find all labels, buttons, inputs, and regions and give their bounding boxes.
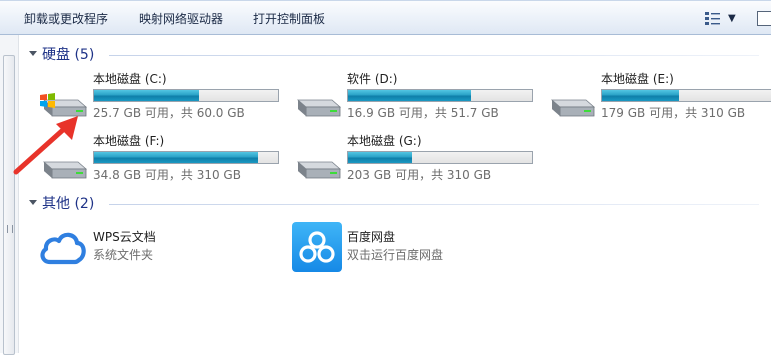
wps-cloud-item[interactable]: WPS云文档 系统文件夹 (38, 222, 288, 274)
group-title: 其他 (2) (42, 196, 95, 212)
navigation-pane-edge (0, 35, 19, 355)
usage-bar-fill (602, 90, 680, 101)
drive-free-space: 34.8 GB 可用，共 310 GB (93, 168, 241, 182)
item-name: WPS云文档 (93, 230, 156, 244)
pane-splitter[interactable] (3, 55, 15, 355)
usage-bar (347, 89, 533, 102)
usage-bar (93, 89, 279, 102)
splitter-grip-icon[interactable] (7, 225, 13, 233)
item-name: 百度网盘 (347, 230, 396, 244)
view-options-icon (705, 12, 720, 25)
drive-item[interactable]: 本地磁盘 (E:) 179 GB 可用，共 310 GB (546, 72, 771, 128)
map-network-drive-button[interactable]: 映射网络驱动器 (139, 11, 223, 27)
baidu-netdisk-item[interactable]: 百度网盘 双击运行百度网盘 (292, 222, 542, 274)
drive-name: 本地磁盘 (C:) (93, 72, 167, 86)
drive-item[interactable]: 软件 (D:) 16.9 GB 可用，共 51.7 GB (292, 72, 542, 128)
change-view-button[interactable]: ▼ (702, 10, 742, 28)
group-header-other[interactable]: 其他 (2) (29, 195, 759, 213)
hard-drive-icon (550, 99, 596, 117)
usage-bar (93, 151, 279, 164)
collapse-arrow-icon[interactable] (29, 51, 37, 56)
usage-bar-fill (348, 90, 472, 101)
group-divider (109, 55, 759, 56)
drive-name: 本地磁盘 (G:) (347, 134, 422, 148)
command-bar: 卸载或更改程序 映射网络驱动器 打开控制面板 ▼ (0, 0, 771, 35)
usage-bar (347, 151, 533, 164)
uninstall-program-button[interactable]: 卸载或更改程序 (24, 11, 108, 27)
usage-bar-fill (94, 152, 258, 163)
usage-bar-fill (348, 152, 413, 163)
hard-drive-icon (296, 99, 342, 117)
open-control-panel-button[interactable]: 打开控制面板 (253, 11, 325, 27)
drive-free-space: 179 GB 可用，共 310 GB (601, 106, 746, 120)
chevron-down-icon[interactable]: ▼ (728, 11, 736, 27)
cloud-icon (40, 232, 86, 265)
drive-name: 本地磁盘 (E:) (601, 72, 674, 86)
usage-bar-fill (94, 90, 199, 101)
group-title: 硬盘 (5) (42, 47, 95, 63)
group-divider (109, 204, 759, 205)
drive-free-space: 203 GB 可用，共 310 GB (347, 168, 492, 182)
drive-name: 本地磁盘 (F:) (93, 134, 165, 148)
drive-item[interactable]: 本地磁盘 (G:) 203 GB 可用，共 310 GB (292, 134, 542, 190)
item-description: 系统文件夹 (93, 248, 154, 262)
drive-free-space: 16.9 GB 可用，共 51.7 GB (347, 106, 499, 120)
preview-pane-icon[interactable] (757, 11, 771, 26)
collapse-arrow-icon[interactable] (29, 200, 37, 205)
baidu-netdisk-icon (292, 222, 342, 272)
group-header-drives[interactable]: 硬盘 (5) (29, 46, 759, 64)
item-description: 双击运行百度网盘 (347, 248, 444, 262)
drive-free-space: 25.7 GB 可用，共 60.0 GB (93, 106, 245, 120)
hard-drive-icon (296, 161, 342, 179)
drive-name: 软件 (D:) (347, 72, 398, 86)
annotation-arrow-icon (13, 116, 78, 175)
usage-bar (601, 89, 771, 102)
